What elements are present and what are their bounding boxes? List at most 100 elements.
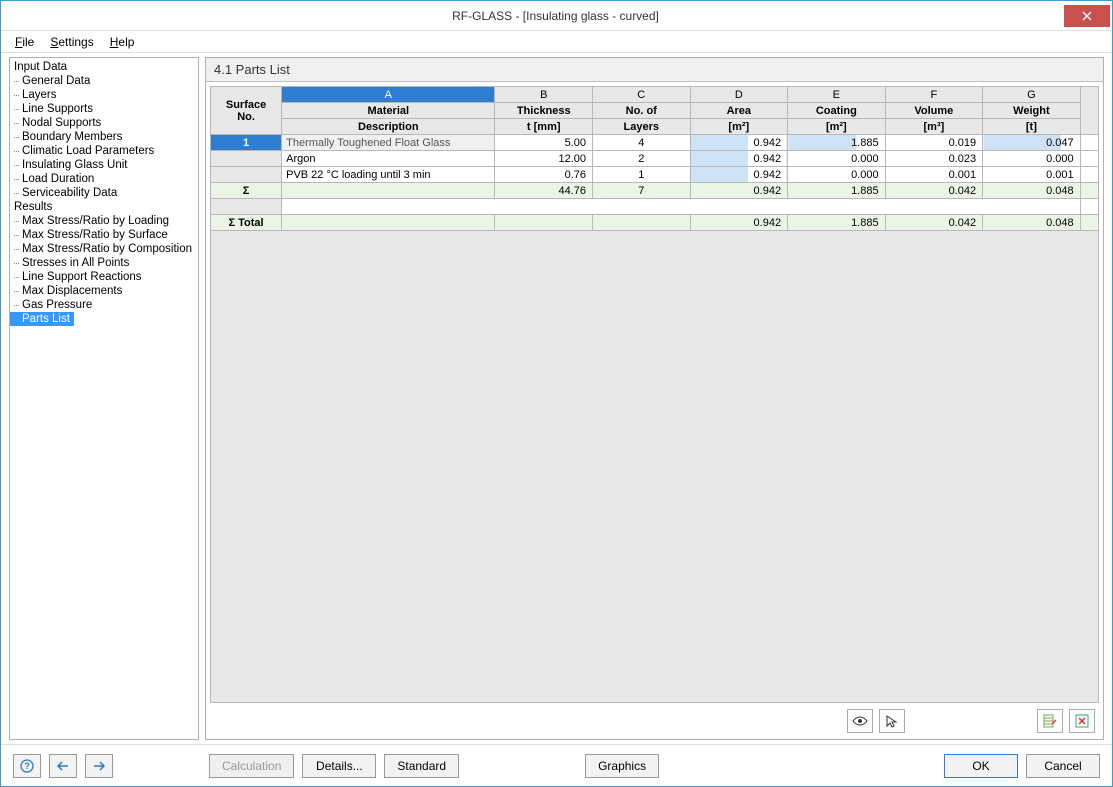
cell-material[interactable]: PVB 22 °C loading until 3 min — [282, 167, 495, 183]
close-button[interactable] — [1064, 5, 1110, 27]
eye-icon — [852, 715, 868, 727]
cursor-icon — [885, 714, 899, 728]
tree-item-stresses-all-points[interactable]: Stresses in All Points — [10, 256, 198, 270]
main-panel: 4.1 Parts List Surface No. A B C D — [205, 57, 1104, 740]
sigma-coating: 1.885 — [788, 183, 886, 199]
tree-item-layers[interactable]: Layers — [10, 88, 198, 102]
table-row[interactable]: PVB 22 °C loading until 3 min 0.76 1 0.9… — [211, 167, 1099, 183]
col-unit-weight: [t] — [983, 119, 1081, 135]
col-letter-b[interactable]: B — [495, 87, 593, 103]
prev-button[interactable] — [49, 754, 77, 778]
col-letter-e[interactable]: E — [788, 87, 886, 103]
cell-surface-no[interactable] — [211, 167, 282, 183]
col-letter-g[interactable]: G — [983, 87, 1081, 103]
total-volume: 0.042 — [885, 215, 983, 231]
col-spacer — [1080, 87, 1098, 135]
next-button[interactable] — [85, 754, 113, 778]
col-letter-c[interactable]: C — [593, 87, 691, 103]
tree-item-line-supports[interactable]: Line Supports — [10, 102, 198, 116]
table-row[interactable]: 1 Thermally Toughened Float Glass 5.00 4… — [211, 135, 1099, 151]
cell-material[interactable]: Argon — [282, 151, 495, 167]
navigation-tree[interactable]: Input Data General Data Layers Line Supp… — [9, 57, 199, 740]
app-window: RF-GLASS - [Insulating glass - curved] F… — [0, 0, 1113, 787]
tree-item-serviceability-data[interactable]: Serviceability Data — [10, 186, 198, 200]
sigma-weight: 0.048 — [983, 183, 1081, 199]
grid-empty-area — [210, 231, 1099, 703]
cell-surface-no[interactable]: 1 — [211, 135, 282, 151]
cell-volume[interactable]: 0.001 — [885, 167, 983, 183]
cell-surface-no[interactable] — [211, 151, 282, 167]
sigma-thickness: 44.76 — [495, 183, 593, 199]
arrow-right-icon — [92, 760, 106, 772]
tree-item-parts-list[interactable]: Parts List — [10, 312, 74, 326]
tree-item-nodal-supports[interactable]: Nodal Supports — [10, 116, 198, 130]
cell-area[interactable]: 0.942 — [690, 151, 788, 167]
total-coating: 1.885 — [788, 215, 886, 231]
cell-thickness[interactable]: 5.00 — [495, 135, 593, 151]
col-letter-d[interactable]: D — [690, 87, 788, 103]
tree-item-max-stress-loading[interactable]: Max Stress/Ratio by Loading — [10, 214, 198, 228]
cell-coating[interactable]: 0.000 — [788, 167, 886, 183]
cell-coating[interactable]: 0.000 — [788, 151, 886, 167]
details-button[interactable]: Details... — [302, 754, 376, 778]
col-head-coating: Coating — [788, 103, 886, 119]
cell-weight[interactable]: 0.001 — [983, 167, 1081, 183]
tree-item-load-duration[interactable]: Load Duration — [10, 172, 198, 186]
export-button[interactable] — [1037, 709, 1063, 733]
cell-area[interactable]: 0.942 — [690, 167, 788, 183]
tree-item-line-support-reactions[interactable]: Line Support Reactions — [10, 270, 198, 284]
cancel-button[interactable]: Cancel — [1026, 754, 1100, 778]
cell-layers[interactable]: 1 — [593, 167, 691, 183]
col-unit-volume: [m³] — [885, 119, 983, 135]
col-unit-coating: [m²] — [788, 119, 886, 135]
tree-item-max-stress-surface[interactable]: Max Stress/Ratio by Surface — [10, 228, 198, 242]
table-row[interactable]: Argon 12.00 2 0.942 0.000 0.023 0.000 — [211, 151, 1099, 167]
col-unit-area: [m²] — [690, 119, 788, 135]
sigma-area: 0.942 — [690, 183, 788, 199]
parts-list-table[interactable]: Surface No. A B C D E F G Material — [210, 86, 1099, 231]
cell-area[interactable]: 0.942 — [690, 135, 788, 151]
cell-volume[interactable]: 0.019 — [885, 135, 983, 151]
tree-item-max-displacements[interactable]: Max Displacements — [10, 284, 198, 298]
tree-group-input-data[interactable]: Input Data — [10, 60, 198, 74]
table-row-empty — [211, 199, 1099, 215]
col-unit-thickness: t [mm] — [495, 119, 593, 135]
cell-layers[interactable]: 4 — [593, 135, 691, 151]
tree-item-boundary-members[interactable]: Boundary Members — [10, 130, 198, 144]
excel-button[interactable] — [1069, 709, 1095, 733]
graphics-button[interactable]: Graphics — [585, 754, 659, 778]
calculation-button: Calculation — [209, 754, 294, 778]
excel-icon — [1075, 714, 1089, 728]
col-unit-nlayers: Layers — [593, 119, 691, 135]
tree-item-general-data[interactable]: General Data — [10, 74, 198, 88]
col-head-material: Material — [282, 103, 495, 119]
tree-item-max-stress-composition[interactable]: Max Stress/Ratio by Composition — [10, 242, 198, 256]
tree-group-results[interactable]: Results — [10, 200, 198, 214]
table-export-icon — [1043, 714, 1057, 728]
grid-area: Surface No. A B C D E F G Material — [206, 82, 1103, 739]
menu-settings[interactable]: Settings — [44, 33, 99, 51]
window-title: RF-GLASS - [Insulating glass - curved] — [47, 9, 1064, 23]
cell-volume[interactable]: 0.023 — [885, 151, 983, 167]
col-letter-a[interactable]: A — [282, 87, 495, 103]
col-letter-f[interactable]: F — [885, 87, 983, 103]
standard-button[interactable]: Standard — [384, 754, 459, 778]
menu-bar: File Settings Help — [1, 31, 1112, 53]
cell-weight[interactable]: 0.047 — [983, 135, 1081, 151]
tree-item-gas-pressure[interactable]: Gas Pressure — [10, 298, 198, 312]
help-button[interactable]: ? — [13, 754, 41, 778]
view-button[interactable] — [847, 709, 873, 733]
menu-file[interactable]: File — [9, 33, 40, 51]
ok-button[interactable]: OK — [944, 754, 1018, 778]
cell-layers[interactable]: 2 — [593, 151, 691, 167]
col-head-area: Area — [690, 103, 788, 119]
cell-weight[interactable]: 0.000 — [983, 151, 1081, 167]
tree-item-climatic-load-parameters[interactable]: Climatic Load Parameters — [10, 144, 198, 158]
cell-thickness[interactable]: 0.76 — [495, 167, 593, 183]
pick-button[interactable] — [879, 709, 905, 733]
menu-help[interactable]: Help — [104, 33, 141, 51]
cell-thickness[interactable]: 12.00 — [495, 151, 593, 167]
cell-material[interactable]: Thermally Toughened Float Glass — [282, 135, 495, 151]
tree-item-insulating-glass-unit[interactable]: Insulating Glass Unit — [10, 158, 198, 172]
cell-coating[interactable]: 1.885 — [788, 135, 886, 151]
